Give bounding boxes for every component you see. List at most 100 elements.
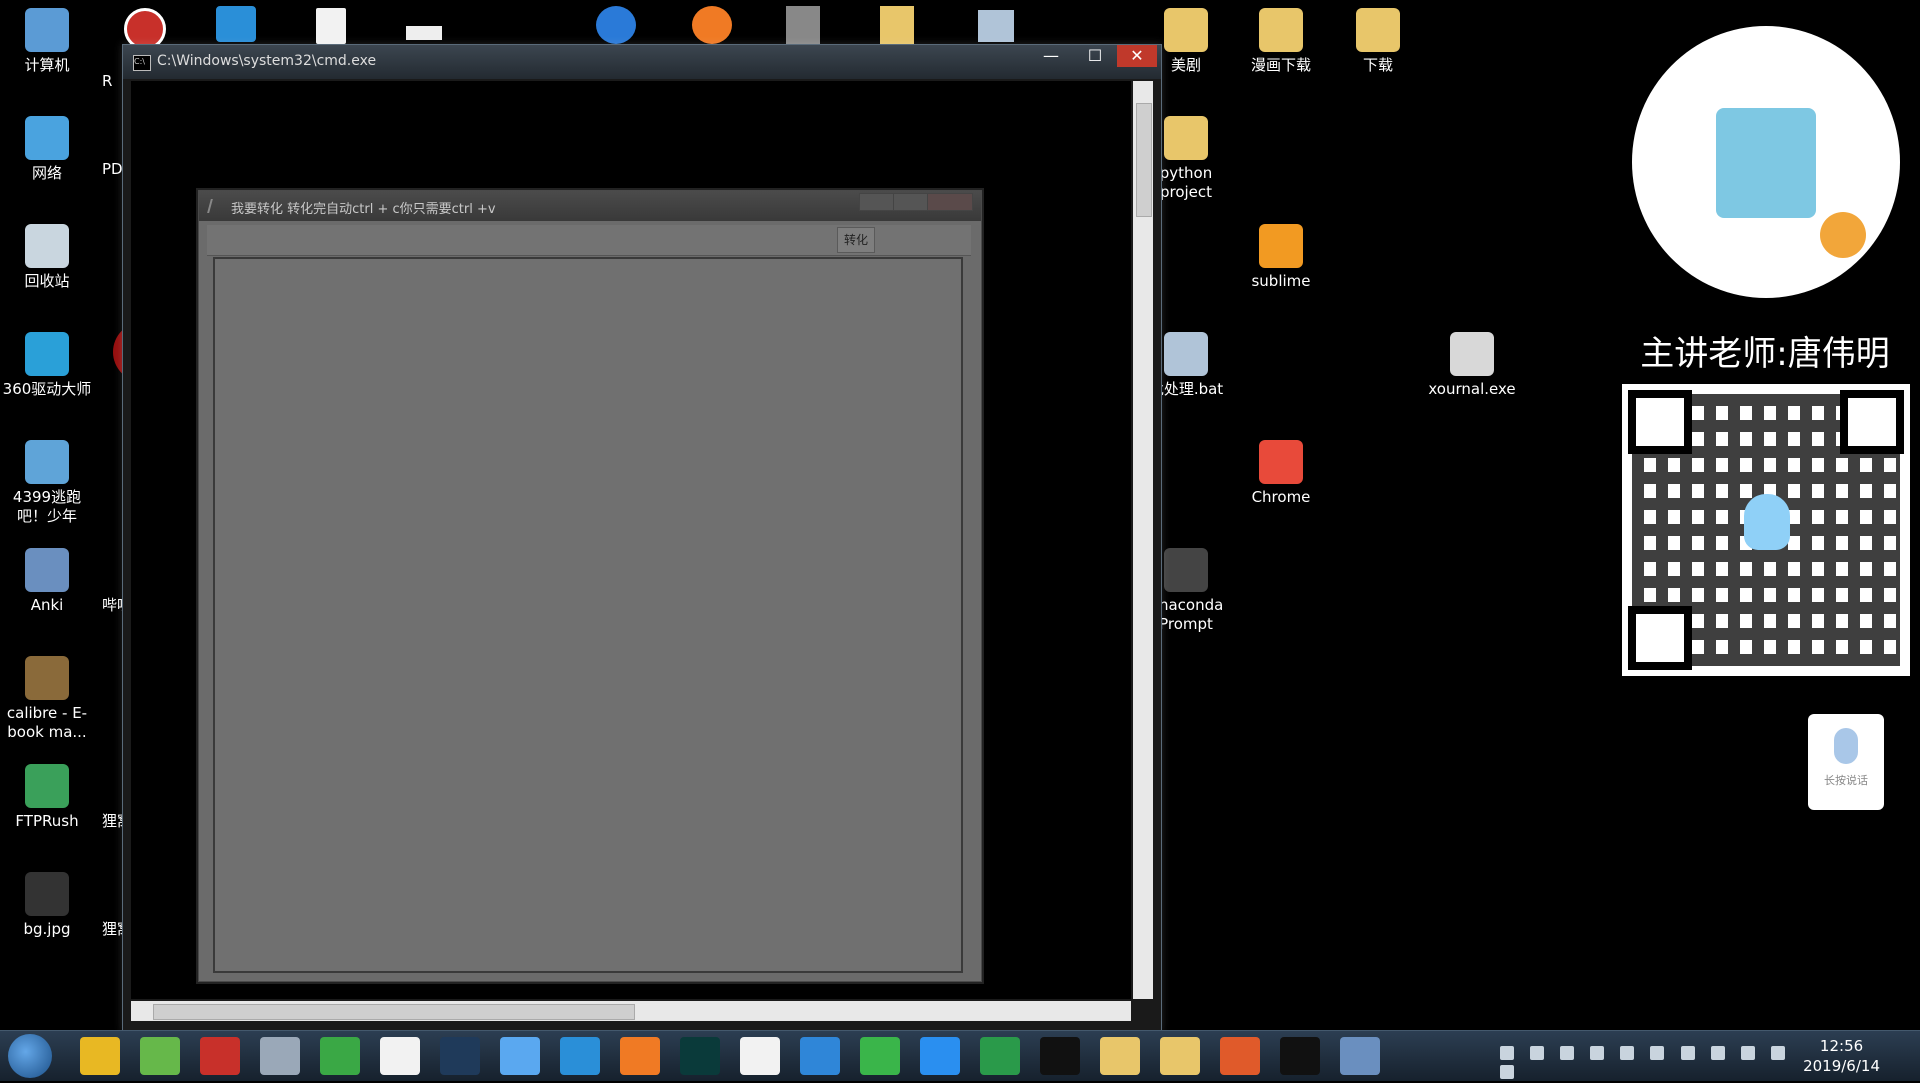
left-desktop-icon-6[interactable]: calibre - E-book ma... (0, 656, 95, 742)
cmd-titlebar[interactable]: C:\ C:\Windows\system32\cmd.exe — ☐ ✕ (123, 45, 1161, 79)
avatar-icon[interactable] (1220, 1037, 1260, 1075)
sync-icon[interactable] (1590, 1046, 1605, 1060)
close-button[interactable]: ✕ (1117, 45, 1157, 67)
app-icon (25, 872, 69, 916)
cmd-window-icon: C:\ (133, 55, 151, 71)
app-icon (25, 548, 69, 592)
right-desktop-icon-1[interactable]: 漫画下载 (1233, 8, 1329, 75)
vertical-scroll-thumb[interactable] (1136, 103, 1152, 217)
text-input-area[interactable] (213, 257, 963, 973)
left-desktop-icon-7[interactable]: FTPRush (0, 764, 95, 831)
left-desktop-icon-8[interactable]: bg.jpg (0, 872, 95, 939)
qq-penguin-icon (1744, 494, 1790, 550)
fly-icon[interactable] (596, 6, 636, 44)
minimize-button[interactable]: — (1031, 45, 1071, 67)
flag-icon[interactable] (1740, 1046, 1755, 1060)
app-minimize-button[interactable] (859, 193, 895, 211)
document-icon[interactable] (316, 8, 346, 44)
firefox-icon[interactable] (620, 1037, 660, 1075)
folder-icon[interactable] (880, 6, 914, 44)
browser-icon[interactable] (320, 1037, 360, 1075)
app-maximize-button[interactable] (893, 193, 929, 211)
qq-icon[interactable] (260, 1037, 300, 1075)
app-wave-icon[interactable] (216, 6, 256, 42)
maximize-button[interactable]: ☐ (1075, 45, 1115, 67)
right-desktop-icon-7[interactable]: Chrome (1233, 440, 1329, 507)
bird-icon[interactable] (560, 1037, 600, 1075)
settings-file-icon[interactable] (978, 10, 1014, 42)
desktop-icon-label: calibre - E-book ma... (6, 704, 88, 741)
microphone-app-icon[interactable] (786, 6, 820, 44)
image-icon[interactable] (406, 26, 442, 40)
horizontal-scroll-thumb[interactable] (153, 1004, 635, 1020)
clock-date: 2019/6/14 (1803, 1057, 1880, 1075)
app-icon (1259, 440, 1303, 484)
left-desktop-icon-5[interactable]: Anki (0, 548, 95, 615)
reader-icon[interactable] (800, 1037, 840, 1075)
help-icon[interactable] (1530, 1046, 1545, 1060)
left-desktop-icon-1[interactable]: 网络 (0, 116, 95, 183)
desktop-icon-label: 360驱动大师 (2, 380, 92, 398)
desktop-icon-label: 回收站 (24, 272, 70, 290)
volume-icon[interactable] (1500, 1065, 1514, 1079)
desktop-icon-label: sublime (1251, 272, 1311, 290)
left-desktop-icon-2[interactable]: 回收站 (0, 224, 95, 291)
app-close-button[interactable] (927, 193, 973, 211)
desktop-icon-label: FTPRush (15, 812, 79, 830)
app-titlebar[interactable]: 我要转化 转化完自动ctrl + c你只需要ctrl +v (199, 191, 981, 221)
desktop-icon-label: bg.jpg (23, 920, 71, 938)
microphone-tray-icon[interactable] (1560, 1046, 1575, 1060)
clock-time: 12:56 (1819, 1037, 1864, 1055)
app-window-title: 我要转化 转化完自动ctrl + c你只需要ctrl +v (231, 202, 496, 217)
folder-icon-2[interactable] (1160, 1037, 1200, 1075)
pdf-icon[interactable] (80, 1037, 120, 1075)
block-icon[interactable] (1680, 1046, 1695, 1060)
left-desktop-icon-3[interactable]: 360驱动大师 (0, 332, 95, 399)
photoshop-icon[interactable] (440, 1037, 480, 1075)
feather-icon[interactable] (1340, 1037, 1380, 1075)
left-desktop-icon-4[interactable]: 4399逃跑吧！少年 (0, 440, 95, 526)
wechat-icon[interactable] (860, 1037, 900, 1075)
desktop-icon-label: Anki (30, 596, 64, 614)
cmd-window-title: C:\Windows\system32\cmd.exe (157, 53, 377, 69)
feather-app-icon (207, 199, 225, 213)
qq-qr-code (1622, 384, 1910, 676)
refresh-icon[interactable] (140, 1037, 180, 1075)
right-desktop-icon-6[interactable]: xournal.exe (1424, 332, 1520, 399)
voice-hint-label: 长按说话 (1824, 774, 1868, 787)
cmd-horizontal-scrollbar[interactable] (131, 1001, 1131, 1021)
star-icon[interactable] (920, 1037, 960, 1075)
desktop-icon-label: 4399逃跑吧！少年 (12, 488, 82, 525)
teacher-avatar (1716, 108, 1816, 218)
keyboard-icon[interactable] (1500, 1046, 1514, 1060)
baidu-pan-icon[interactable] (740, 1037, 780, 1075)
app-icon (25, 656, 69, 700)
book-red-icon[interactable] (200, 1037, 240, 1075)
right-desktop-icon-4[interactable]: sublime (1233, 224, 1329, 291)
network-tray-icon[interactable] (1710, 1046, 1725, 1060)
cmd-vertical-scrollbar[interactable] (1133, 81, 1153, 999)
color-icon[interactable] (1650, 1046, 1665, 1060)
search-app-icon[interactable] (692, 6, 732, 44)
start-button[interactable] (8, 1034, 52, 1078)
right-desktop-icon-2[interactable]: 下载 (1330, 8, 1426, 75)
convert-button[interactable]: 转化 (837, 227, 875, 253)
app-blue-icon[interactable] (500, 1037, 540, 1075)
left-desktop-icon-0[interactable]: 计算机 (0, 8, 95, 75)
cmd-icon[interactable] (1280, 1037, 1320, 1075)
app-icon (1450, 332, 1494, 376)
taskbar: 12:56 2019/6/14 (0, 1030, 1920, 1081)
signal-icon[interactable] (1770, 1046, 1785, 1060)
voice-input-widget[interactable]: 长按说话 (1808, 714, 1884, 810)
excel-icon[interactable] (980, 1037, 1020, 1075)
audition-icon[interactable] (680, 1037, 720, 1075)
pycharm-icon[interactable] (1040, 1037, 1080, 1075)
clock[interactable]: 12:56 2019/6/14 (1803, 1036, 1880, 1076)
app-icon (1164, 116, 1208, 160)
app-icon (25, 440, 69, 484)
folder-icon-1[interactable] (1100, 1037, 1140, 1075)
manga-icon[interactable] (380, 1037, 420, 1075)
display-icon[interactable] (1620, 1046, 1635, 1060)
desktop-icon-label: 下载 (1362, 56, 1393, 74)
converter-app-window[interactable]: 我要转化 转化完自动ctrl + c你只需要ctrl +v 转化 (198, 190, 982, 982)
